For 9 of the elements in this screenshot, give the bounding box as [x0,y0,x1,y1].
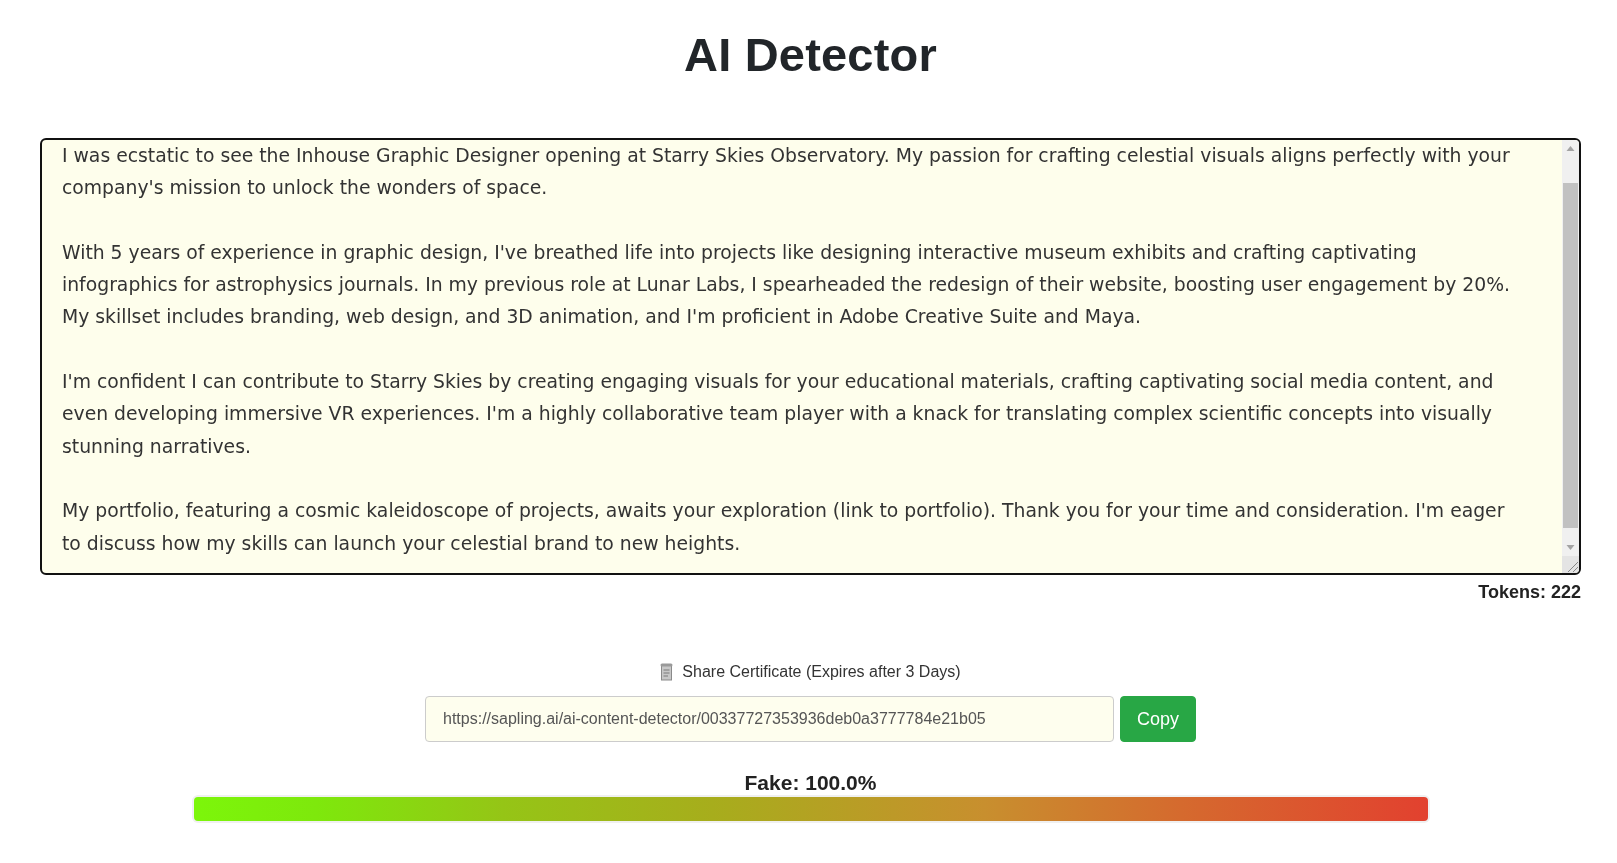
share-url-field[interactable]: https://sapling.ai/ai-content-detector/00337727353936deb0a3777784e21b05 [425,696,1114,742]
resize-grip-icon[interactable] [1562,556,1579,573]
document-icon [660,663,674,681]
page-title: AI Detector [684,27,937,83]
scrollbar[interactable] [1562,140,1579,556]
token-count: Tokens: 222 [1478,581,1581,603]
fake-score-label: Fake: 100.0% [744,770,877,796]
text-input[interactable]: I was ecstatic to see the Inhouse Graphic Designer opening at Starry Skies Observatory. My passion for crafting celestial visuals aligns perfectly with your company's mission to unlock the wonders of space. With 5 years of experience in graphic design, I've breathed life into projects like designing interactive museum exhibits and crafting captivating infographics for astrophysics journals. In my previous role at Lunar Labs, I spearheaded the redesign of their website, boosting user engagement by 20%. My skillset includes branding, web design, and 3D animation, and I'm proficient in Adobe Creative Suite and Maya. I'm confident I can contribute to Starry Skies by creating engaging visuals for your educational materials, crafting captivating social media content, and even developing immersive VR experiences. I'm a highly collaborative team player with a knack for translating complex scientific concepts into visually stunning narratives. My portfolio, featuring a cosmic kaleidoscope of projects, awaits your exploration (link to portfolio). Thank you for your time and consideration. I'm eager to discuss how my skills can launch your celestial brand to new heights. [40,138,1581,575]
share-certificate-label: Share Certificate (Expires after 3 Days) [682,662,961,682]
